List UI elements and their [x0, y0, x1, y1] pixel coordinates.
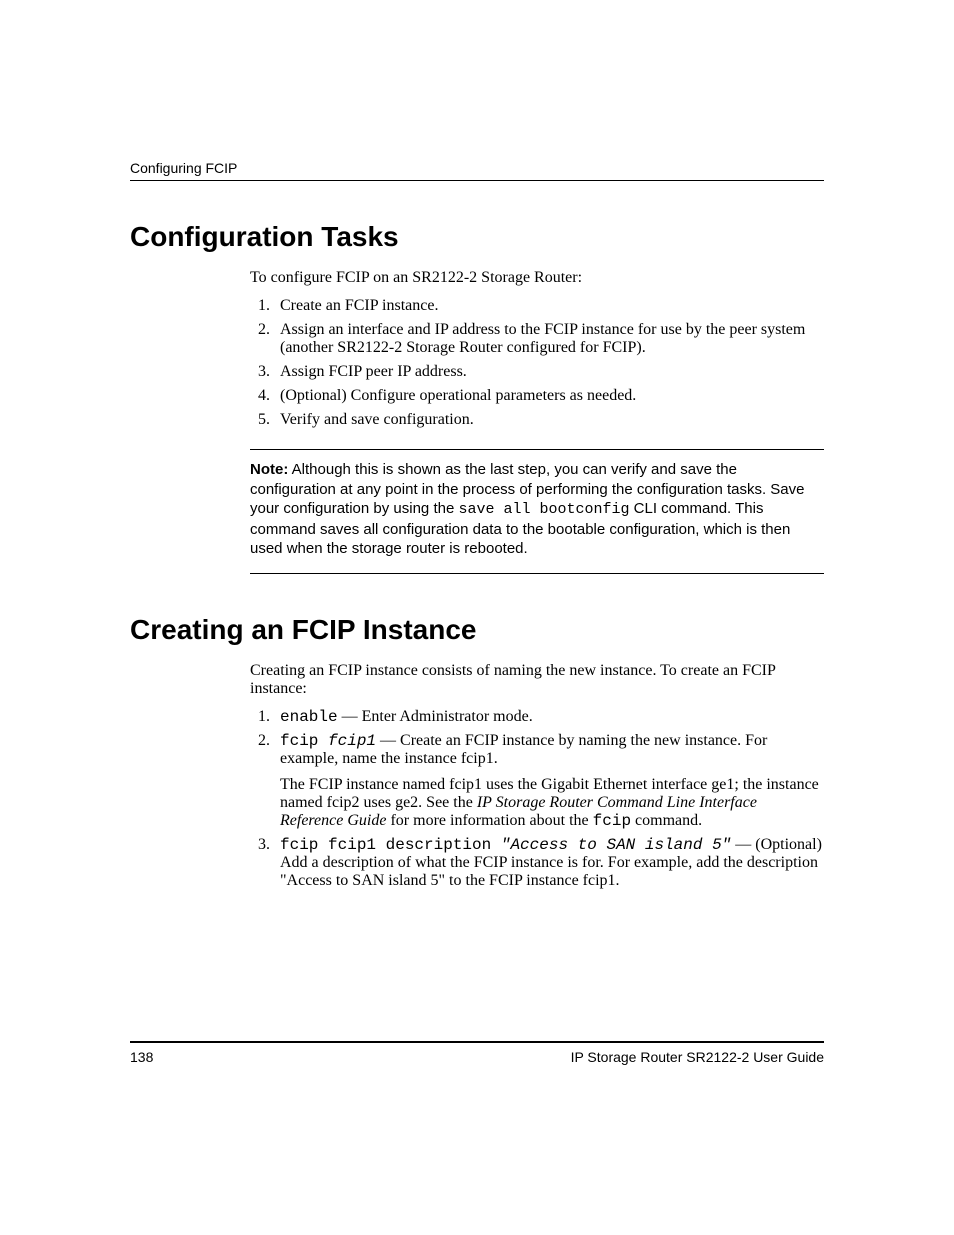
heading-creating-fcip: Creating an FCIP Instance [130, 614, 824, 646]
cmd-arg-desc: "Access to SAN island 5" [501, 836, 731, 854]
list-item: Verify and save configuration. [274, 411, 824, 429]
page-footer: 138 IP Storage Router SR2122-2 User Guid… [130, 1041, 824, 1065]
list-item: (Optional) Configure operational paramet… [274, 387, 824, 405]
cmd-fcip-inline: fcip [593, 812, 631, 830]
step-text: — Enter Administrator mode. [338, 708, 533, 725]
list-item: Assign FCIP peer IP address. [274, 363, 824, 381]
list-item: fcip fcip1 — Create an FCIP instance by … [274, 732, 824, 830]
para-mid: for more information about the [386, 812, 592, 829]
section2-body: Creating an FCIP instance consists of na… [250, 662, 824, 890]
list-item: Assign an interface and IP address to th… [274, 321, 824, 357]
footer-title: IP Storage Router SR2122-2 User Guide [571, 1049, 824, 1065]
section2-intro: Creating an FCIP instance consists of na… [250, 662, 824, 698]
page-content: Configuring FCIP Configuration Tasks To … [0, 0, 954, 890]
section2-steps: enable — Enter Administrator mode. fcip … [250, 708, 824, 890]
cmd-arg-fcip1: fcip1 [328, 732, 376, 750]
note-command: save all bootconfig [458, 501, 629, 518]
note-label: Note: [250, 461, 288, 478]
cmd-fcip: fcip [280, 732, 328, 750]
cmd-description: fcip fcip1 description [280, 836, 501, 854]
heading-config-tasks: Configuration Tasks [130, 221, 824, 253]
running-header: Configuring FCIP [130, 160, 824, 181]
cmd-enable: enable [280, 708, 338, 726]
section1-intro: To configure FCIP on an SR2122-2 Storage… [250, 269, 824, 287]
section1-body: To configure FCIP on an SR2122-2 Storage… [250, 269, 824, 574]
page-number: 138 [130, 1049, 153, 1065]
list-item: enable — Enter Administrator mode. [274, 708, 824, 726]
step-subparagraph: The FCIP instance named fcip1 uses the G… [280, 776, 824, 830]
note-block: Note: Although this is shown as the last… [250, 449, 824, 574]
list-item: Create an FCIP instance. [274, 297, 824, 315]
section1-steps: Create an FCIP instance. Assign an inter… [250, 297, 824, 429]
para-post: command. [631, 812, 702, 829]
list-item: fcip fcip1 description "Access to SAN is… [274, 836, 824, 890]
